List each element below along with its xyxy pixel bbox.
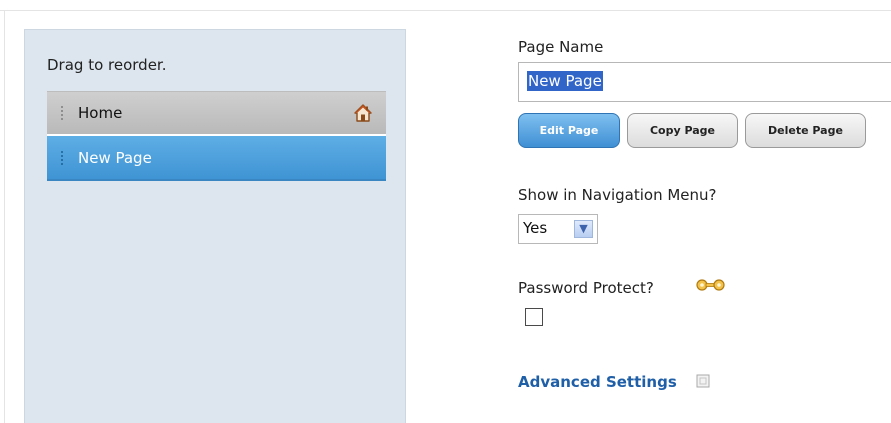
page-list: Home New Page (47, 91, 386, 181)
copy-page-button[interactable]: Copy Page (627, 113, 738, 148)
page-editor-window: Drag to reorder. Home New Page Page Name… (0, 0, 891, 423)
chevron-down-icon[interactable]: ▼ (574, 220, 593, 238)
top-divider (0, 10, 891, 11)
drag-handle-icon[interactable] (60, 149, 65, 166)
expand-icon[interactable] (696, 374, 710, 388)
nav-menu-label: Show in Navigation Menu? (518, 186, 717, 204)
page-name-label: Page Name (518, 38, 604, 56)
key-icon (696, 279, 725, 291)
password-protect-label: Password Protect? (518, 279, 654, 297)
delete-page-button[interactable]: Delete Page (745, 113, 866, 148)
edit-page-button[interactable]: Edit Page (518, 113, 620, 148)
nav-menu-select[interactable]: Yes ▼ (518, 214, 598, 244)
page-name-input[interactable]: New Page (518, 62, 891, 102)
page-item-home[interactable]: Home (47, 91, 386, 136)
password-protect-checkbox[interactable] (525, 308, 543, 326)
page-item-label: New Page (78, 148, 152, 167)
page-name-value: New Page (527, 71, 603, 91)
home-icon (354, 104, 372, 122)
nav-menu-value: Yes (523, 219, 548, 237)
drag-handle-icon[interactable] (60, 105, 65, 121)
page-item-label: Home (78, 104, 123, 122)
left-divider (4, 10, 5, 423)
page-item-new-page[interactable]: New Page (47, 136, 386, 181)
reorder-hint: Drag to reorder. (47, 56, 167, 74)
advanced-settings-link[interactable]: Advanced Settings (518, 373, 677, 391)
page-list-panel: Drag to reorder. Home New Page (24, 29, 406, 423)
